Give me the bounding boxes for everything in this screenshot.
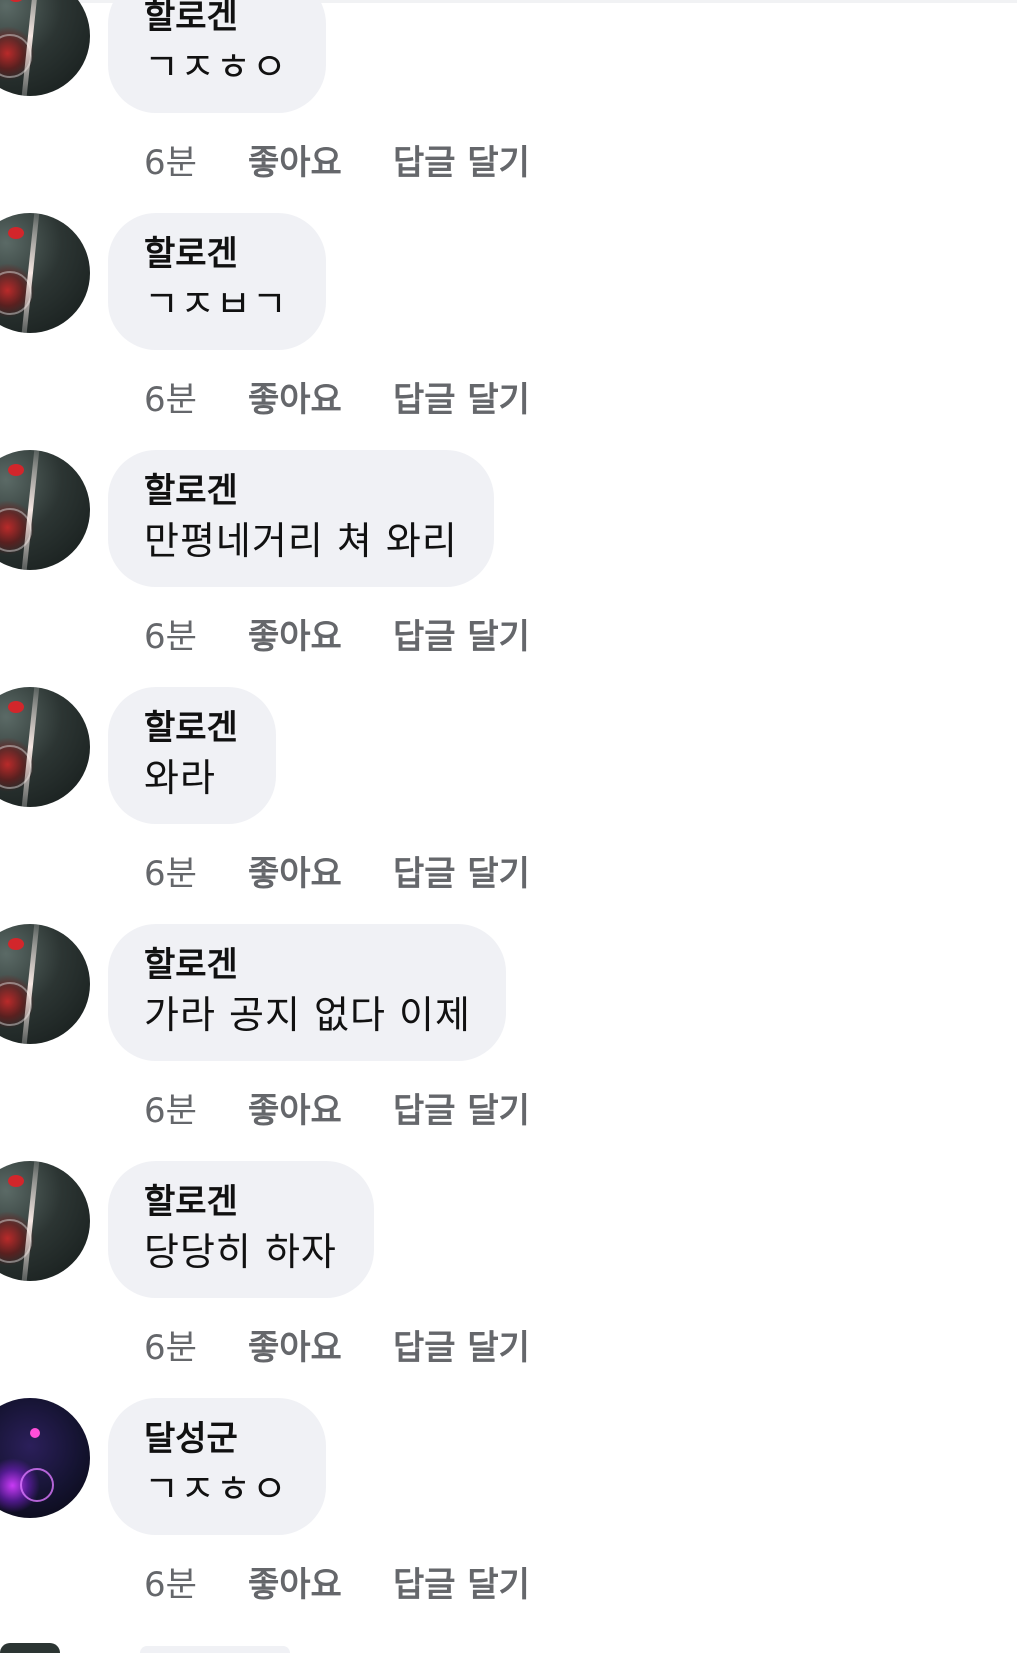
next-comment-partial [0, 1643, 1017, 1653]
comment-author[interactable]: 할로겐 [144, 1182, 338, 1222]
next-avatar-edge [0, 1643, 60, 1653]
comment-text: ㄱㅈㅎㅇ [144, 45, 288, 89]
comment-text: 당당히 하자 [144, 1230, 337, 1274]
next-bubble-edge [140, 1646, 290, 1653]
like-button[interactable]: 좋아요 [248, 1327, 342, 1369]
comment-text: 와라 [144, 756, 216, 800]
comment-time[interactable]: 6분 [144, 142, 197, 184]
avatar-image-light [8, 0, 24, 2]
author-avatar[interactable] [0, 213, 90, 333]
comment-text: ㄱㅈㅂㄱ [144, 282, 288, 326]
comment-bubble: 할로겐 당당히 하자 [108, 1161, 374, 1298]
reply-button[interactable]: 답글 달기 [393, 142, 530, 184]
like-button[interactable]: 좋아요 [248, 616, 342, 658]
avatar-image-wheel [20, 1468, 54, 1502]
avatar-image-light [8, 464, 24, 476]
comment-item: 달성군 ㄱㅈㅎㅇ 6분 좋아요 답글 달기 [0, 1398, 1017, 1635]
comment-item: 할로겐 당당히 하자 6분 좋아요 답글 달기 [0, 1161, 1017, 1398]
comment-author[interactable]: 할로겐 [144, 945, 470, 985]
comment-item: 할로겐 와라 6분 좋아요 답글 달기 [0, 687, 1017, 924]
comment-time[interactable]: 6분 [144, 1327, 197, 1369]
comment-time[interactable]: 6분 [144, 1564, 197, 1606]
reply-button[interactable]: 답글 달기 [393, 379, 530, 421]
like-button[interactable]: 좋아요 [248, 1090, 342, 1132]
avatar-image-light [8, 938, 24, 950]
comment-bubble: 할로겐 만평네거리 쳐 와리 [108, 450, 494, 587]
avatar-image-light [30, 1428, 40, 1438]
author-avatar[interactable] [0, 0, 90, 96]
reply-button[interactable]: 답글 달기 [393, 1564, 530, 1606]
author-avatar[interactable] [0, 1398, 90, 1518]
comment-author[interactable]: 할로겐 [144, 234, 290, 274]
comment-time[interactable]: 6분 [144, 379, 197, 421]
comment-time[interactable]: 6분 [144, 1090, 197, 1132]
comment-bubble: 달성군 ㄱㅈㅎㅇ [108, 1398, 326, 1535]
comment-item: 할로겐 ㄱㅈㅎㅇ 6분 좋아요 답글 달기 [0, 0, 1017, 213]
comment-bubble: 할로겐 ㄱㅈㅎㅇ [108, 0, 326, 113]
comment-author[interactable]: 달성군 [144, 1419, 290, 1459]
comment-author[interactable]: 할로겐 [144, 0, 290, 37]
reply-button[interactable]: 답글 달기 [393, 1327, 530, 1369]
comment-list: 할로겐 ㄱㅈㅎㅇ 6분 좋아요 답글 달기 할로겐 ㄱㅈㅂㄱ 6분 좋아요 답글… [0, 0, 1017, 1653]
like-button[interactable]: 좋아요 [248, 1564, 342, 1606]
author-avatar[interactable] [0, 687, 90, 807]
comment-item: 할로겐 만평네거리 쳐 와리 6분 좋아요 답글 달기 [0, 450, 1017, 687]
avatar-image-light [8, 227, 24, 239]
comment-text: ㄱㅈㅎㅇ [144, 1467, 288, 1511]
comment-text: 만평네거리 쳐 와리 [144, 519, 458, 563]
author-avatar[interactable] [0, 450, 90, 570]
comment-text: 가라 공지 없다 이제 [144, 993, 471, 1037]
avatar-image-light [8, 1175, 24, 1187]
reply-button[interactable]: 답글 달기 [393, 616, 530, 658]
comment-item: 할로겐 가라 공지 없다 이제 6분 좋아요 답글 달기 [0, 924, 1017, 1161]
comment-time[interactable]: 6분 [144, 853, 197, 895]
author-avatar[interactable] [0, 1161, 90, 1281]
like-button[interactable]: 좋아요 [248, 379, 342, 421]
avatar-image-light [8, 701, 24, 713]
reply-button[interactable]: 답글 달기 [393, 1090, 530, 1132]
comment-bubble: 할로겐 ㄱㅈㅂㄱ [108, 213, 326, 350]
comment-bubble: 할로겐 와라 [108, 687, 276, 824]
comment-time[interactable]: 6분 [144, 616, 197, 658]
like-button[interactable]: 좋아요 [248, 853, 342, 895]
comment-author[interactable]: 할로겐 [144, 471, 458, 511]
like-button[interactable]: 좋아요 [248, 142, 342, 184]
comment-bubble: 할로겐 가라 공지 없다 이제 [108, 924, 506, 1061]
author-avatar[interactable] [0, 924, 90, 1044]
reply-button[interactable]: 답글 달기 [393, 853, 530, 895]
comment-author[interactable]: 할로겐 [144, 708, 240, 748]
comment-item: 할로겐 ㄱㅈㅂㄱ 6분 좋아요 답글 달기 [0, 213, 1017, 450]
